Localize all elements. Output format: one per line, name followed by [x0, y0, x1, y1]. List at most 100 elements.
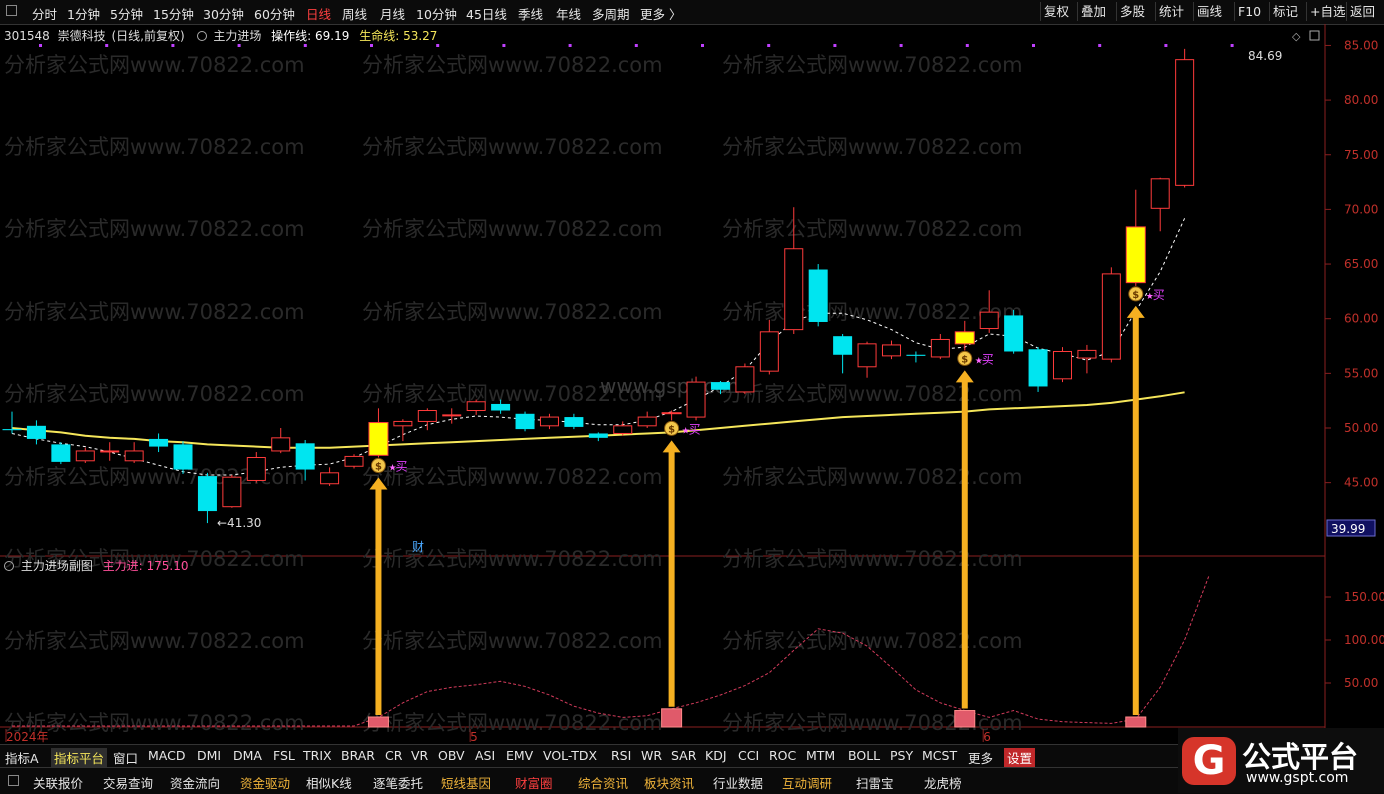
- cai-marker: 财: [412, 540, 424, 554]
- kline-chart[interactable]: 45.00 50.00 55.00 60.00 65.00 70.00 75.00 80.00…: [0, 24, 1384, 744]
- indicator-tab[interactable]: DMI: [197, 748, 221, 763]
- indicator-tab[interactable]: TRIX: [303, 748, 332, 763]
- logo-g-icon: G: [1182, 737, 1236, 785]
- top-marker-dot: [303, 44, 307, 47]
- function-tab[interactable]: 财富圈: [515, 773, 553, 792]
- period-tab[interactable]: 分时: [32, 4, 57, 23]
- top-marker-dot: [634, 44, 638, 47]
- function-tab[interactable]: 龙虎榜: [924, 773, 962, 792]
- indicator-tab[interactable]: KDJ: [705, 748, 727, 763]
- function-tab[interactable]: 相似K线: [306, 773, 352, 792]
- sub-indicator-name[interactable]: 主力进场副图: [21, 559, 93, 573]
- indicator-tab[interactable]: OBV: [438, 748, 465, 763]
- menu-square-icon[interactable]: [6, 5, 17, 16]
- candle-body-up: [417, 410, 437, 422]
- period-tab[interactable]: 多周期: [592, 4, 630, 23]
- period-tab[interactable]: 1分钟: [67, 4, 100, 23]
- indicator-tab[interactable]: 指标A: [5, 748, 39, 767]
- watermark-text: 分析家公式网www.70822.com: [722, 547, 1023, 571]
- watermark-text: 分析家公式网www.70822.com: [4, 711, 305, 735]
- candle-body-up: [1150, 178, 1170, 209]
- indicator-tab[interactable]: BOLL: [848, 748, 880, 763]
- candle-body-down: [710, 382, 730, 390]
- signal-volume-bar: [367, 716, 389, 728]
- candle-body-signal: [1125, 226, 1146, 284]
- buy-label: 买: [982, 352, 994, 366]
- function-tab[interactable]: 行业数据: [713, 773, 763, 792]
- function-tab[interactable]: 资金驱动: [240, 773, 290, 792]
- toolbar-button[interactable]: 返回: [1346, 2, 1378, 21]
- period-tab[interactable]: 月线: [380, 4, 405, 23]
- toolbar-button[interactable]: F10: [1234, 2, 1264, 21]
- panel-toggle-icon[interactable]: [8, 775, 19, 786]
- indicator-tab[interactable]: MCST: [922, 748, 957, 763]
- indicator-tab[interactable]: VR: [411, 748, 428, 763]
- function-tab[interactable]: 关联报价: [33, 773, 83, 792]
- money-bag-dollar: $: [668, 424, 675, 435]
- indicator-tab[interactable]: RSI: [611, 748, 631, 763]
- top-marker-dot: [767, 44, 771, 47]
- period-tab[interactable]: 周线: [342, 4, 367, 23]
- indicator-tab[interactable]: CCI: [738, 748, 759, 763]
- period-tab[interactable]: 30分钟: [203, 4, 244, 23]
- function-tab[interactable]: 交易查询: [103, 773, 153, 792]
- period-tab[interactable]: 15分钟: [153, 4, 194, 23]
- top-marker-dot: [833, 44, 837, 47]
- candle-body-up: [930, 338, 950, 358]
- toolbar-button[interactable]: 多股: [1116, 2, 1148, 21]
- toolbar-button[interactable]: 标记: [1269, 2, 1301, 21]
- panel-square-icon[interactable]: [1309, 30, 1320, 41]
- toolbar-button[interactable]: 复权: [1040, 2, 1072, 21]
- function-tab[interactable]: 扫雷宝: [856, 773, 894, 792]
- indicator-tab[interactable]: PSY: [890, 748, 913, 763]
- candle-body-down: [808, 269, 828, 322]
- indicator-tab[interactable]: WR: [641, 748, 662, 763]
- indicator-tab[interactable]: DMA: [233, 748, 262, 763]
- top-marker-dot: [39, 44, 42, 47]
- toolbar-button[interactable]: +自选: [1306, 2, 1348, 21]
- indicator-tab[interactable]: ROC: [769, 748, 796, 763]
- top-marker-dot: [370, 44, 373, 47]
- period-tab[interactable]: 更多 〉: [640, 4, 681, 23]
- function-tab[interactable]: 互动调研: [782, 773, 832, 792]
- indicator-tab[interactable]: MACD: [148, 748, 185, 763]
- indicator-tab[interactable]: SAR: [671, 748, 696, 763]
- indicator-tab[interactable]: MTM: [806, 748, 835, 763]
- toolbar-button[interactable]: 统计: [1155, 2, 1187, 21]
- period-tab[interactable]: 5分钟: [110, 4, 143, 23]
- signal-volume-bar: [1125, 716, 1147, 728]
- candle-body-up: [271, 437, 291, 452]
- indicator-tab[interactable]: FSL: [273, 748, 295, 763]
- period-tab[interactable]: 10分钟: [416, 4, 457, 23]
- candle-body-signal: [368, 422, 389, 456]
- indicator-tab[interactable]: 设置: [1004, 748, 1036, 767]
- indicator-tab[interactable]: 指标平台: [51, 748, 108, 767]
- x-axis-label: 2024年: [6, 730, 49, 744]
- function-tab[interactable]: 板块资讯: [644, 773, 694, 792]
- signal-arrow: [369, 477, 388, 715]
- function-tab[interactable]: 短线基因: [441, 773, 491, 792]
- indicator-tab[interactable]: EMV: [506, 748, 533, 763]
- period-tab[interactable]: 季线: [518, 4, 543, 23]
- period-tab[interactable]: 日线: [306, 4, 331, 23]
- function-tab[interactable]: 逐笔委托: [373, 773, 423, 792]
- watermark-text: 分析家公式网www.70822.com: [4, 53, 305, 77]
- diamond-icon: ◇: [1292, 30, 1301, 43]
- period-tab[interactable]: 45日线: [466, 4, 507, 23]
- sub-indicator-toggle-icon[interactable]: [4, 561, 14, 571]
- indicator-tab[interactable]: BRAR: [341, 748, 375, 763]
- indicator-tab[interactable]: ASI: [475, 748, 495, 763]
- indicator-tab[interactable]: 更多: [968, 748, 993, 767]
- indicator-tab[interactable]: 窗口: [113, 748, 138, 767]
- candle-body-down: [491, 403, 511, 411]
- toolbar-button[interactable]: 画线: [1193, 2, 1225, 21]
- period-tab[interactable]: 60分钟: [254, 4, 295, 23]
- function-tab[interactable]: 综合资讯: [578, 773, 628, 792]
- period-tab[interactable]: 年线: [556, 4, 581, 23]
- period-toolbar: 分时 1分钟 5分钟 15分钟 30分钟 60分钟 日线 周线 月线 10分钟 45日线 季线 年线 多周…: [0, 0, 1384, 25]
- indicator-tab[interactable]: VOL-TDX: [543, 748, 597, 763]
- indicator-tab[interactable]: CR: [385, 748, 402, 763]
- watermark-text: 分析家公式网www.70822.com: [4, 300, 305, 324]
- toolbar-button[interactable]: 叠加: [1077, 2, 1109, 21]
- function-tab[interactable]: 资金流向: [170, 773, 220, 792]
